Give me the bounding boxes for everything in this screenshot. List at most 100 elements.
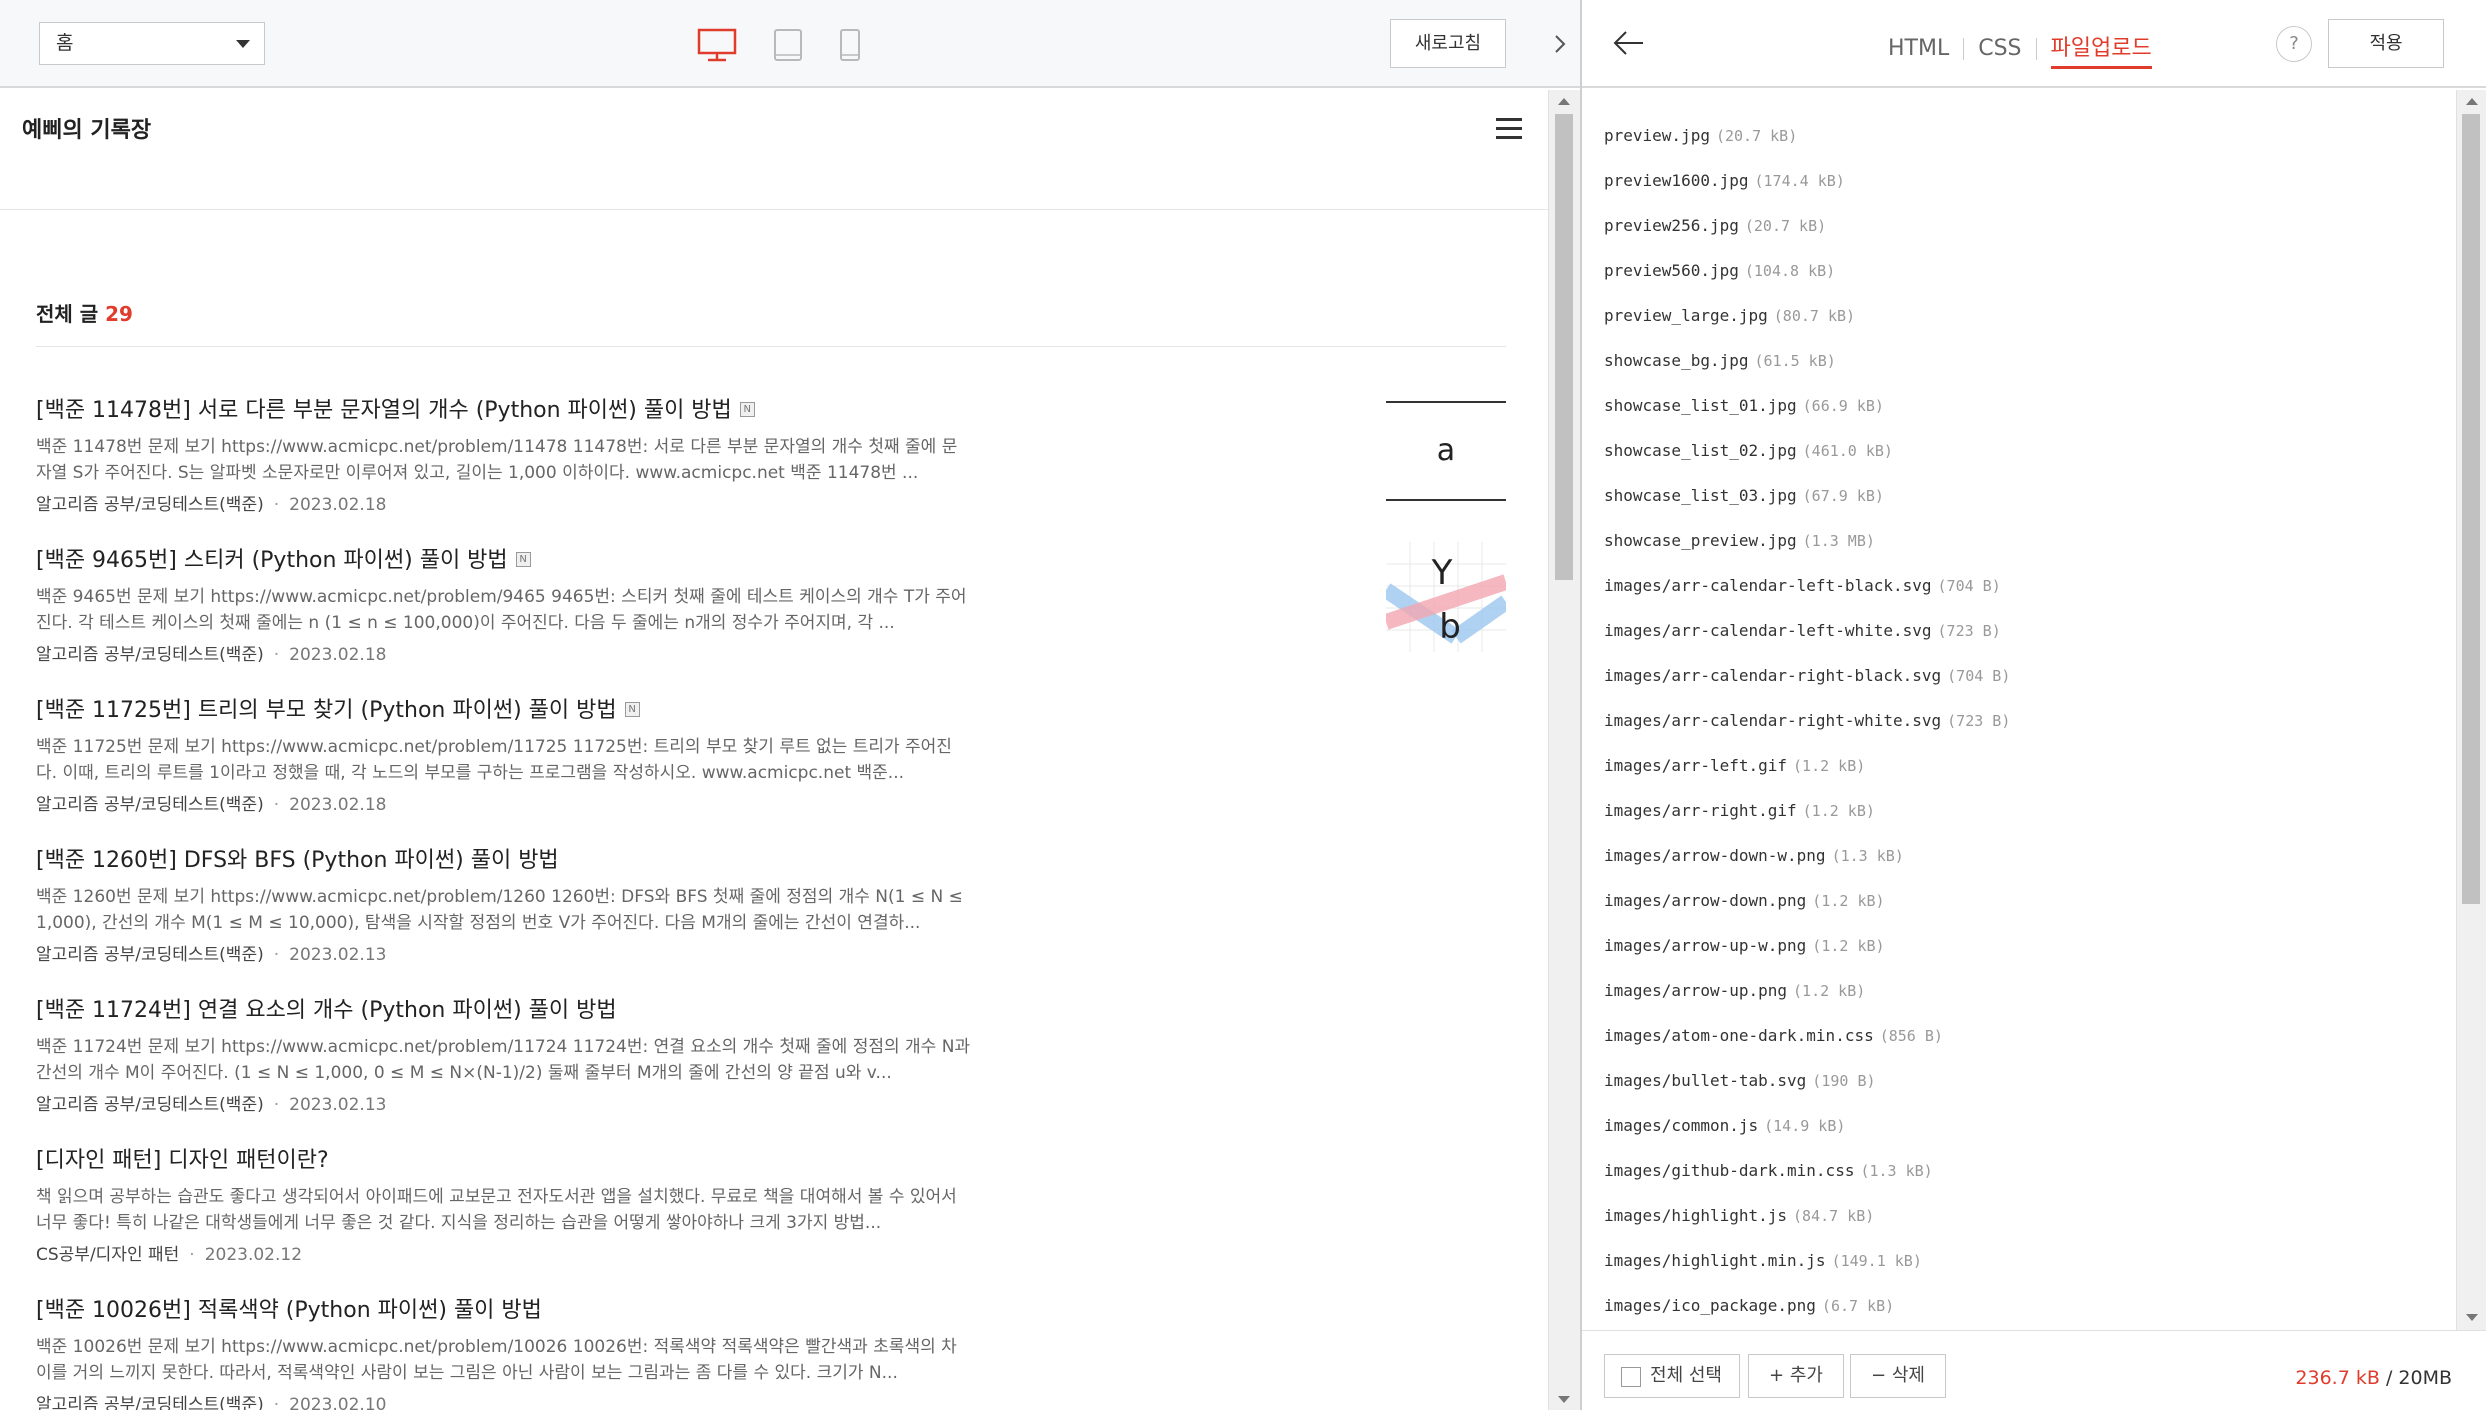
post-item[interactable]: [디자인 패턴] 디자인 패턴이란? 책 읽으며 공부하는 습관도 좋다고 생각…	[36, 1142, 1506, 1282]
post-date: 2023.02.10	[289, 1395, 387, 1410]
scroll-down-icon[interactable]	[2466, 1314, 2478, 1321]
post-category[interactable]: 알고리즘 공부/코딩테스트(백준)	[36, 645, 264, 665]
file-item[interactable]: images/arr-calendar-right-white.svg (723 …	[1604, 711, 2010, 730]
post-item[interactable]: [백준 11478번] 서로 다른 부분 문자열의 개수 (Python 파이썬…	[36, 392, 1506, 532]
desktop-view-icon[interactable]	[697, 28, 737, 62]
delete-file-button[interactable]: − 삭제	[1850, 1354, 1946, 1398]
blog-title[interactable]: 예삐의 기록장	[22, 112, 151, 144]
post-meta: 알고리즘 공부/코딩테스트(백준) · 2023.02.18	[36, 645, 387, 665]
file-item[interactable]: showcase_list_02.jpg (461.0 kB)	[1604, 441, 1893, 460]
file-item[interactable]: images/arr-calendar-right-black.svg (704 …	[1604, 666, 2010, 685]
storage-quota: / 20MB	[2379, 1367, 2452, 1389]
hamburger-menu-icon[interactable]	[1496, 118, 1522, 140]
file-list-scrollbar[interactable]	[2456, 90, 2486, 1330]
post-item[interactable]: [백준 11725번] 트리의 부모 찾기 (Python 파이썬) 풀이 방법…	[36, 692, 1506, 832]
post-item[interactable]: [백준 10026번] 적록색약 (Python 파이썬) 풀이 방법 백준 1…	[36, 1292, 1506, 1410]
scroll-down-icon[interactable]	[1558, 1396, 1570, 1403]
blog-header: 예삐의 기록장	[0, 90, 1548, 210]
file-item[interactable]: images/highlight.js (84.7 kB)	[1604, 1206, 1874, 1225]
file-item[interactable]: showcase_preview.jpg (1.3 MB)	[1604, 531, 1875, 550]
scrollbar-thumb[interactable]	[2462, 114, 2480, 904]
file-item[interactable]: images/atom-one-dark.min.css (856 B)	[1604, 1026, 1943, 1045]
tab-file-upload[interactable]: 파일업로드	[2050, 30, 2152, 69]
file-item[interactable]: images/ico_package.png (6.7 kB)	[1604, 1296, 1894, 1315]
refresh-button[interactable]: 새로고침	[1390, 19, 1506, 68]
file-item[interactable]: showcase_list_03.jpg (67.9 kB)	[1604, 486, 1884, 505]
post-thumbnail[interactable]: Y b	[1386, 542, 1506, 652]
file-item[interactable]: images/arr-calendar-left-black.svg (704 B…	[1604, 576, 2001, 595]
file-item[interactable]: preview1600.jpg (174.4 kB)	[1604, 171, 1845, 190]
post-item[interactable]: [백준 9465번] 스티커 (Python 파이썬) 풀이 방법 N 백준 94…	[36, 542, 1506, 682]
help-icon[interactable]: ?	[2276, 26, 2312, 62]
checkbox[interactable]	[1621, 1367, 1641, 1387]
preview-scrollbar[interactable]	[1548, 90, 1580, 1410]
file-item[interactable]: showcase_bg.jpg (61.5 kB)	[1604, 351, 1836, 370]
file-item[interactable]: images/arrow-up-w.png (1.2 kB)	[1604, 936, 1885, 955]
file-item[interactable]: images/arrow-down-w.png (1.3 kB)	[1604, 846, 1904, 865]
file-size: (66.9 kB)	[1802, 397, 1884, 415]
tab-html[interactable]: HTML	[1888, 36, 1949, 61]
post-title[interactable]: [백준 11725번] 트리의 부모 찾기 (Python 파이썬) 풀이 방법…	[36, 692, 1506, 724]
file-item[interactable]: images/bullet-tab.svg (190 B)	[1604, 1071, 1876, 1090]
arrow-left-icon[interactable]	[1612, 28, 1646, 58]
file-item[interactable]: images/github-dark.min.css (1.3 kB)	[1604, 1161, 1933, 1180]
select-all-button[interactable]: 전체 선택	[1604, 1354, 1740, 1398]
post-date: 2023.02.18	[289, 495, 387, 515]
file-name: preview560.jpg	[1604, 261, 1739, 280]
post-item[interactable]: [백준 1260번] DFS와 BFS (Python 파이썬) 풀이 방법 백…	[36, 842, 1506, 982]
file-item[interactable]: images/arr-left.gif (1.2 kB)	[1604, 756, 1865, 775]
file-item[interactable]: preview256.jpg (20.7 kB)	[1604, 216, 1826, 235]
post-title[interactable]: [디자인 패턴] 디자인 패턴이란?	[36, 1142, 1506, 1174]
file-name: images/arr-calendar-right-white.svg	[1604, 711, 1942, 730]
apply-button[interactable]: 적용	[2328, 19, 2444, 68]
file-item[interactable]: images/arr-right.gif (1.2 kB)	[1604, 801, 1875, 820]
chevron-right-icon[interactable]	[1540, 24, 1580, 64]
mobile-view-icon[interactable]	[839, 28, 861, 62]
add-file-button[interactable]: + 추가	[1748, 1354, 1844, 1398]
scroll-up-icon[interactable]	[1558, 98, 1570, 105]
file-name: images/arrow-up-w.png	[1604, 936, 1807, 955]
post-title[interactable]: [백준 11724번] 연결 요소의 개수 (Python 파이썬) 풀이 방법	[36, 992, 1506, 1024]
file-name: images/arr-calendar-right-black.svg	[1604, 666, 1942, 685]
file-item[interactable]: images/arrow-down.png (1.2 kB)	[1604, 891, 1885, 910]
thumbnail-letter: a	[1437, 433, 1455, 468]
thumbnail-letter: b	[1439, 607, 1461, 647]
post-date: 2023.02.18	[289, 645, 387, 665]
file-item[interactable]: images/highlight.min.js (149.1 kB)	[1604, 1251, 1922, 1270]
post-thumbnail[interactable]: a	[1386, 392, 1506, 502]
file-actions-footer: 전체 선택 + 추가 − 삭제 236.7 kB / 20MB	[1582, 1330, 2486, 1410]
chevron-down-icon	[236, 40, 250, 48]
file-size: (14.9 kB)	[1764, 1117, 1846, 1135]
post-category[interactable]: 알고리즘 공부/코딩테스트(백준)	[36, 945, 264, 965]
file-size: (149.1 kB)	[1831, 1252, 1922, 1270]
post-category[interactable]: CS공부/디자인 패턴	[36, 1245, 179, 1265]
file-item[interactable]: preview.jpg (20.7 kB)	[1604, 126, 1797, 145]
post-meta: 알고리즘 공부/코딩테스트(백준) · 2023.02.18	[36, 495, 387, 515]
file-size: (6.7 kB)	[1821, 1297, 1895, 1315]
file-item[interactable]: preview560.jpg (104.8 kB)	[1604, 261, 1835, 280]
tablet-view-icon[interactable]	[773, 28, 803, 62]
post-category[interactable]: 알고리즘 공부/코딩테스트(백준)	[36, 1095, 264, 1115]
scroll-up-icon[interactable]	[2466, 98, 2478, 105]
post-category[interactable]: 알고리즘 공부/코딩테스트(백준)	[36, 1395, 264, 1410]
post-title[interactable]: [백준 9465번] 스티커 (Python 파이썬) 풀이 방법 N	[36, 542, 1506, 574]
new-badge-icon: N	[624, 701, 640, 717]
scrollbar-thumb[interactable]	[1555, 114, 1573, 580]
file-item[interactable]: preview_large.jpg (80.7 kB)	[1604, 306, 1855, 325]
file-item[interactable]: showcase_list_01.jpg (66.9 kB)	[1604, 396, 1884, 415]
file-name: preview256.jpg	[1604, 216, 1739, 235]
file-item[interactable]: images/common.js (14.9 kB)	[1604, 1116, 1845, 1135]
page-select[interactable]: 홈	[39, 22, 265, 65]
file-size: (1.2 kB)	[1793, 982, 1866, 1000]
total-posts-heading: 전체 글 29	[36, 298, 133, 327]
file-name: images/arrow-down-w.png	[1604, 846, 1826, 865]
post-category[interactable]: 알고리즘 공부/코딩테스트(백준)	[36, 795, 264, 815]
tab-css[interactable]: CSS	[1978, 36, 2021, 61]
post-item[interactable]: [백준 11724번] 연결 요소의 개수 (Python 파이썬) 풀이 방법…	[36, 992, 1506, 1132]
file-item[interactable]: images/arrow-up.png (1.2 kB)	[1604, 981, 1865, 1000]
post-title[interactable]: [백준 11478번] 서로 다른 부분 문자열의 개수 (Python 파이썬…	[36, 392, 1506, 424]
file-item[interactable]: images/arr-calendar-left-white.svg (723 B…	[1604, 621, 2001, 640]
post-category[interactable]: 알고리즘 공부/코딩테스트(백준)	[36, 495, 264, 515]
post-title[interactable]: [백준 10026번] 적록색약 (Python 파이썬) 풀이 방법	[36, 1292, 1506, 1324]
post-title[interactable]: [백준 1260번] DFS와 BFS (Python 파이썬) 풀이 방법	[36, 842, 1506, 874]
